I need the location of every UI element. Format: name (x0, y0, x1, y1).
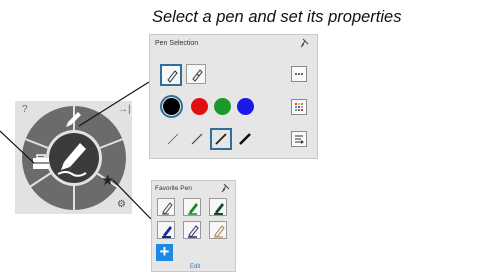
pen-selection-panel: Pen Selection (149, 34, 318, 159)
edit-favorites-link[interactable]: Edit (190, 264, 200, 270)
callout-line-favorite-pen (112, 179, 152, 220)
pen-type-button-pen[interactable] (160, 64, 182, 86)
thickness-option-3-selected[interactable] (210, 128, 232, 150)
pen-settings-button[interactable] (291, 131, 307, 147)
color-palette-button[interactable] (291, 99, 307, 115)
favorite-pen-4[interactable] (157, 221, 175, 239)
favorite-pen-1[interactable] (157, 198, 175, 216)
pen-icon (214, 225, 225, 238)
pen-selection-title: Pen Selection (155, 40, 199, 47)
highlighter-icon (192, 69, 203, 82)
color-swatch-blue[interactable] (237, 98, 254, 115)
list-arrow-icon (295, 135, 304, 144)
pen-icon (188, 225, 199, 238)
favorite-pen-3[interactable] (209, 198, 227, 216)
favorite-pen-title: Favorite Pen (155, 185, 192, 192)
pen-icon (162, 226, 172, 238)
more-options-button[interactable] (291, 66, 307, 82)
pen-icon (162, 202, 173, 215)
pin-icon[interactable] (300, 38, 310, 48)
pen-icon (214, 203, 224, 215)
favorite-pen-5[interactable] (183, 221, 201, 239)
favorite-pen-panel: Favorite Pen + Edit (151, 180, 236, 272)
color-swatch-red[interactable] (191, 98, 208, 115)
palette-grid-icon (295, 103, 303, 111)
thickness-option-4[interactable] (234, 128, 256, 150)
pen-type-button-highlighter[interactable] (186, 64, 206, 84)
add-favorite-pen-button[interactable]: + (156, 243, 173, 261)
thickness-option-2[interactable] (186, 128, 208, 150)
favorite-star-icon[interactable]: ★ (101, 171, 114, 189)
ellipsis-icon (295, 73, 303, 75)
callout-line-pen-selection (78, 81, 150, 127)
pen-icon (188, 203, 198, 215)
pin-icon[interactable] (221, 183, 231, 193)
favorite-pen-2[interactable] (183, 198, 201, 216)
color-swatch-green[interactable] (214, 98, 231, 115)
thickness-option-1[interactable] (162, 128, 184, 150)
favorite-pen-6[interactable] (209, 221, 227, 239)
pen-tip-icon (167, 70, 178, 83)
color-swatch-black[interactable] (163, 98, 180, 115)
